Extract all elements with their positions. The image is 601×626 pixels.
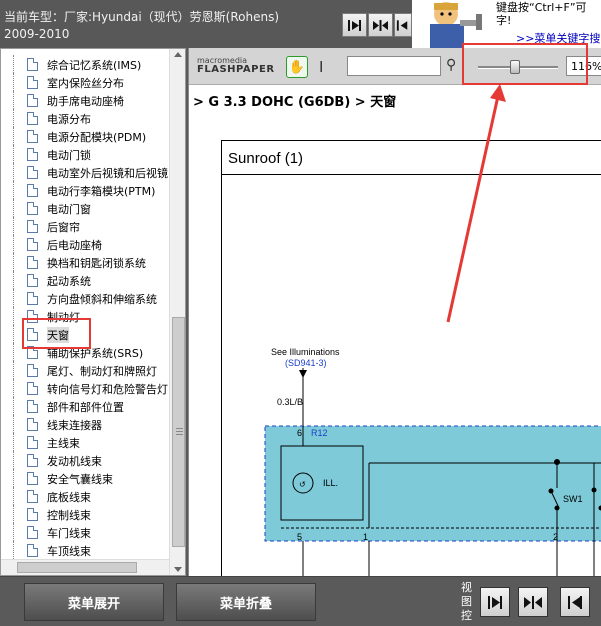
annotation-arrow-line <box>446 95 500 323</box>
arrow-right-bar-icon <box>488 595 502 609</box>
zoom-highlight-box <box>462 43 588 85</box>
view-right-button[interactable] <box>480 587 510 617</box>
expand-menu-button[interactable]: 菜单展开 <box>24 583 164 621</box>
annotation-overlay <box>446 43 588 323</box>
view-split-button[interactable] <box>518 587 548 617</box>
arrow-left-bar-icon <box>568 595 582 609</box>
view-left-button[interactable] <box>560 587 590 617</box>
bottom-bar: 菜单展开 菜单折叠 视图控 <box>0 576 601 626</box>
annotation-arrowhead-icon <box>490 84 506 102</box>
collapse-menu-button[interactable]: 菜单折叠 <box>176 583 316 621</box>
view-control-label: 视图控 <box>461 581 472 622</box>
split-arrows-icon <box>524 595 542 609</box>
